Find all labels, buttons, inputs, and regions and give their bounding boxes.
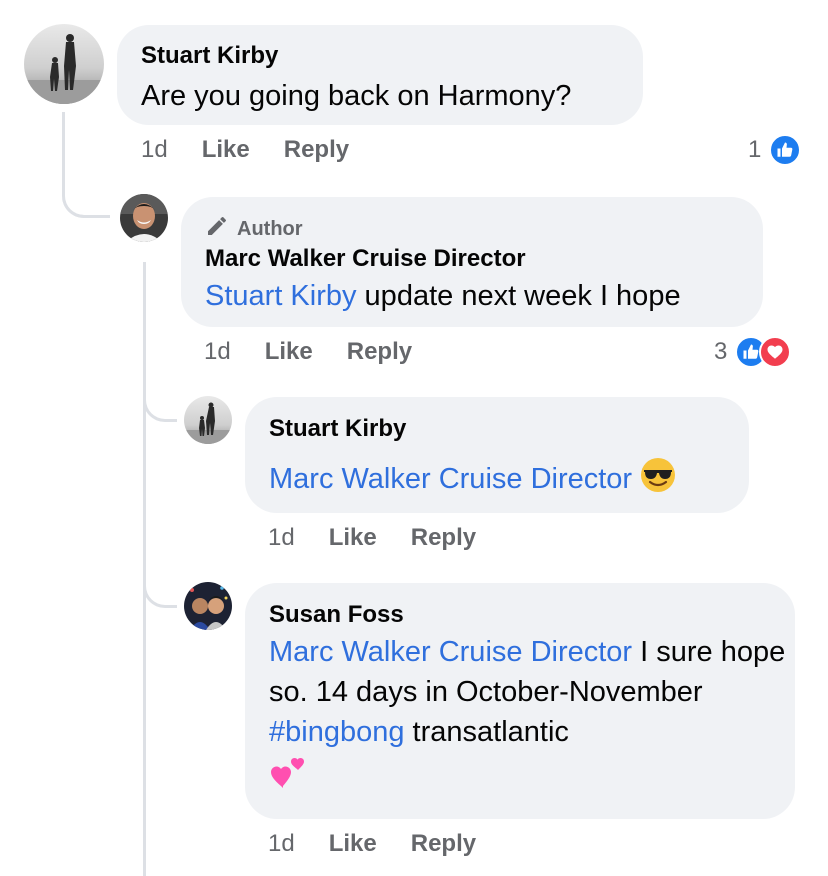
comment-meta-1: 1d Like Reply bbox=[141, 136, 383, 164]
avatar-stuart-kirby[interactable] bbox=[24, 24, 104, 104]
mention-link[interactable]: Marc Walker Cruise Director bbox=[269, 636, 632, 668]
comment-bubble-4: Susan Foss Marc Walker Cruise Director I… bbox=[245, 583, 795, 819]
comment-time[interactable]: 1d bbox=[268, 830, 295, 858]
comment-text: Marc Walker Cruise Director I sure hope … bbox=[269, 632, 789, 803]
comment-time[interactable]: 1d bbox=[204, 338, 231, 366]
comment-meta-3: 1d Like Reply bbox=[268, 524, 510, 552]
two-hearts-emoji-icon bbox=[269, 752, 309, 803]
comment-meta-4: 1d Like Reply bbox=[268, 830, 510, 858]
reply-button[interactable]: Reply bbox=[411, 830, 476, 858]
sunglasses-emoji-icon bbox=[640, 457, 676, 504]
comment-text: Are you going back on Harmony? bbox=[141, 80, 572, 112]
comment-text-tail: transatlantic bbox=[404, 716, 569, 748]
like-button[interactable]: Like bbox=[329, 524, 377, 552]
author-badge-label: Author bbox=[237, 217, 303, 240]
love-icon bbox=[759, 336, 792, 368]
avatar-stuart-kirby[interactable] bbox=[184, 396, 232, 444]
comment-time[interactable]: 1d bbox=[268, 524, 295, 552]
pencil-icon bbox=[205, 214, 229, 244]
comment-text: Stuart Kirby update next week I hope bbox=[205, 276, 681, 316]
like-button[interactable]: Like bbox=[329, 830, 377, 858]
mention-link[interactable]: Stuart Kirby bbox=[205, 280, 357, 312]
author-badge: Author bbox=[205, 214, 303, 244]
comment-bubble-3: Stuart Kirby Marc Walker Cruise Director bbox=[245, 397, 749, 513]
thread-connector-3 bbox=[143, 566, 177, 608]
thread-connector-1b bbox=[62, 170, 110, 218]
comment-author[interactable]: Stuart Kirby bbox=[141, 42, 278, 70]
hashtag-link[interactable]: #bingbong bbox=[269, 716, 404, 748]
comment-author[interactable]: Susan Foss bbox=[269, 601, 404, 629]
comment-text-body bbox=[632, 463, 640, 495]
reply-button[interactable]: Reply bbox=[411, 524, 476, 552]
like-button[interactable]: Like bbox=[202, 136, 250, 164]
mention-link[interactable]: Marc Walker Cruise Director bbox=[269, 463, 632, 495]
comment-author[interactable]: Marc Walker Cruise Director bbox=[205, 245, 526, 273]
reaction-count: 3 bbox=[714, 338, 728, 365]
comment-author[interactable]: Stuart Kirby bbox=[269, 415, 406, 443]
like-icon bbox=[769, 134, 802, 166]
thread-connector-2 bbox=[143, 380, 177, 422]
comment-text-body: update next week I hope bbox=[356, 280, 681, 312]
comment-text: Marc Walker Cruise Director bbox=[269, 457, 676, 504]
avatar-marc-walker[interactable] bbox=[120, 194, 168, 242]
reaction-summary-1[interactable]: 1 bbox=[748, 134, 802, 166]
reply-button[interactable]: Reply bbox=[284, 136, 349, 164]
avatar-susan-foss[interactable] bbox=[184, 582, 232, 630]
like-button[interactable]: Like bbox=[265, 338, 313, 366]
comment-bubble-2: Author Marc Walker Cruise Director Stuar… bbox=[181, 197, 763, 327]
reaction-summary-2[interactable]: 3 bbox=[714, 336, 792, 368]
reaction-count: 1 bbox=[748, 136, 762, 163]
comment-bubble-1: Stuart Kirby Are you going back on Harmo… bbox=[117, 25, 643, 125]
comment-time[interactable]: 1d bbox=[141, 136, 168, 164]
comment-meta-2: 1d Like Reply bbox=[204, 338, 446, 366]
reply-button[interactable]: Reply bbox=[347, 338, 412, 366]
